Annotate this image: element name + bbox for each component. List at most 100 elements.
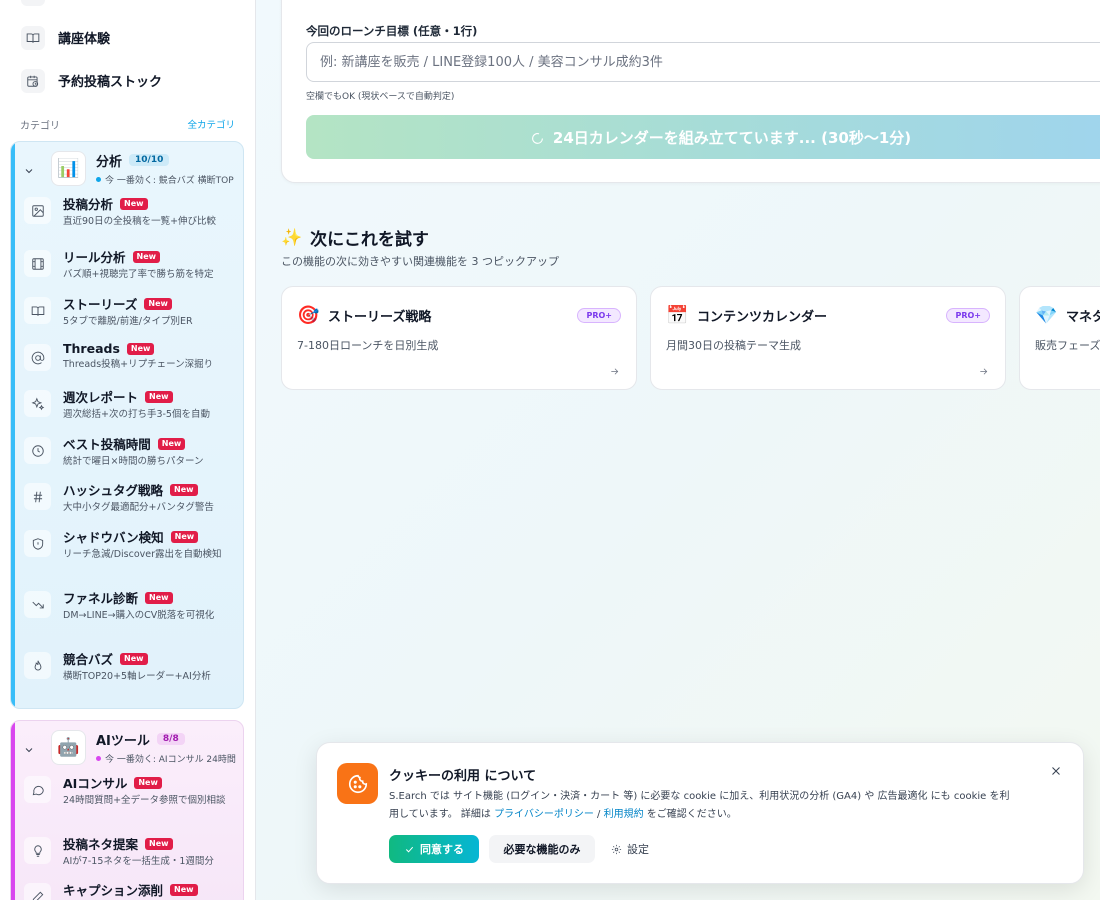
cookie-icon bbox=[337, 763, 378, 804]
item-title: 投稿分析 bbox=[63, 197, 114, 212]
new-badge: New bbox=[145, 837, 173, 850]
sidebar-item-funnel-diagnosis[interactable]: ファネル診断 New DM→LINE→購入のCV脱落を可視化 bbox=[11, 588, 243, 649]
cookie-title: クッキーの利用 について bbox=[389, 769, 537, 784]
sidebar-item-threads[interactable]: Threads New Threads投稿+リプチェーン深掘り bbox=[11, 341, 243, 387]
arrow-right-icon bbox=[609, 362, 620, 375]
message-circle-icon bbox=[24, 776, 51, 803]
card-title: ストーリーズ戦略 bbox=[328, 310, 432, 325]
item-description: 大中小タグ最適配分+バンタグ警告 bbox=[63, 502, 214, 513]
bar-chart-icon: 📊 bbox=[51, 150, 86, 186]
next-title-text: 次にこれを試す bbox=[310, 230, 429, 250]
edit-icon bbox=[24, 883, 51, 900]
flame-icon bbox=[24, 652, 51, 679]
item-title: 週次レポート bbox=[63, 390, 139, 405]
sidebar-item-caption-edit[interactable]: キャプション添削 New bbox=[11, 880, 243, 900]
link-separator: / bbox=[593, 809, 604, 820]
target-icon: 🎯 bbox=[297, 305, 320, 326]
chevron-down-icon[interactable] bbox=[23, 162, 35, 174]
group-header-ai-tools[interactable]: 🤖 AIツール 8/8 今 一番効く: AIコンサル 24時間 bbox=[11, 721, 243, 773]
card-title: コンテンツカレンダー bbox=[697, 310, 828, 325]
accept-label: 同意する bbox=[420, 844, 464, 856]
clock-icon bbox=[24, 437, 51, 464]
recommend-card-monetize[interactable]: 💎 マネタ 販売フェーズ bbox=[1019, 286, 1100, 390]
sidebar-item-shadowban-detection[interactable]: シャドウバン検知 New リーチ急減/Discover露出を自動検知 bbox=[11, 527, 243, 588]
book-open-icon bbox=[21, 25, 45, 50]
sidebar-item-post-ideas[interactable]: 投稿ネタ提案 New AIが7-15ネタを一括生成・1週間分 bbox=[11, 834, 243, 880]
category-group-ai-tools: 🤖 AIツール 8/8 今 一番効く: AIコンサル 24時間 AIコンサル Ne… bbox=[10, 720, 244, 900]
recommend-card-stories-strategy[interactable]: 🎯 ストーリーズ戦略 PRO+ 7-180日ローンチを日別生成 bbox=[281, 286, 637, 390]
sidebar-item-label: 講座体験 bbox=[58, 32, 111, 47]
generate-calendar-button[interactable]: 24日カレンダーを組み立てています... (30秒〜1分) bbox=[306, 115, 1100, 159]
sidebar-item-course-trial[interactable]: 講座体験 bbox=[0, 16, 255, 59]
item-title: Threads bbox=[63, 341, 120, 356]
launch-form-card: 今回のローンチ目標 (任意・1行) 空欄でもOK (現状ベースで自動判定) 24… bbox=[281, 0, 1100, 183]
sidebar-item-scheduled-stock[interactable]: 予約投稿ストック bbox=[0, 59, 255, 102]
image-icon bbox=[24, 197, 51, 224]
sparkles-icon: ✨ bbox=[281, 227, 303, 248]
item-title: キャプション添削 bbox=[63, 883, 164, 898]
group-header-analysis[interactable]: 📊 分析 10/10 今 一番効く: 競合バズ 横断TOP bbox=[11, 142, 243, 194]
sparkles-icon bbox=[24, 390, 51, 417]
pro-plus-badge: PRO+ bbox=[577, 308, 621, 323]
partial-nav-icon bbox=[21, 0, 45, 6]
sidebar-item-hashtag-strategy[interactable]: ハッシュタグ戦略 New 大中小タグ最適配分+バンタグ警告 bbox=[11, 480, 243, 527]
new-badge: New bbox=[170, 883, 198, 896]
sidebar-item-best-post-time[interactable]: ベスト投稿時間 New 統計で曜日×時間の勝ちパターン bbox=[11, 434, 243, 480]
card-description: 7-180日ローンチを日別生成 bbox=[297, 339, 439, 352]
new-badge: New bbox=[126, 342, 155, 355]
settings-label: 設定 bbox=[627, 843, 649, 856]
group-count-badge: 8/8 bbox=[156, 733, 185, 745]
item-title: ハッシュタグ戦略 bbox=[63, 483, 164, 498]
group-title: AIツール bbox=[96, 733, 150, 749]
check-icon bbox=[405, 846, 414, 853]
card-description: 月間30日の投稿テーマ生成 bbox=[666, 339, 801, 352]
item-description: DM→LINE→購入のCV脱落を可視化 bbox=[63, 610, 215, 621]
group-count-badge: 10/10 bbox=[129, 154, 170, 166]
item-description: 統計で曜日×時間の勝ちパターン bbox=[63, 456, 204, 467]
category-label: カテゴリ bbox=[20, 120, 60, 132]
sidebar-item-ai-consult[interactable]: AIコンサル New 24時間質問+全データ参照で個別相談 bbox=[11, 773, 243, 834]
item-title: ストーリーズ bbox=[63, 297, 138, 312]
group-subtitle: 今 一番効く: 競合バズ 横断TOP bbox=[105, 175, 234, 186]
cookie-consent-banner: クッキーの利用 について S.Earch では サイト機能 (ログイン・決済・カ… bbox=[316, 742, 1084, 884]
item-title: ベスト投稿時間 bbox=[63, 437, 151, 452]
launch-goal-input[interactable] bbox=[306, 42, 1100, 82]
new-badge: New bbox=[145, 390, 173, 403]
essential-only-button[interactable]: 必要な機能のみ bbox=[489, 835, 595, 863]
hash-icon bbox=[24, 483, 51, 510]
item-title: ファネル診断 bbox=[63, 591, 139, 606]
sidebar-item-label: 予約投稿ストック bbox=[58, 75, 163, 90]
recommend-card-content-calendar[interactable]: 📅 コンテンツカレンダー PRO+ 月間30日の投稿テーマ生成 bbox=[650, 286, 1006, 390]
sidebar-item-weekly-report[interactable]: 週次レポート New 週次総括+次の打ち手3-5個を自動 bbox=[11, 387, 243, 434]
next-section-subtitle: この機能の次に効きやすい関連機能を 3 つピックアップ bbox=[281, 255, 559, 268]
new-badge: New bbox=[170, 530, 199, 543]
item-description: 24時間質問+全データ参照で個別相談 bbox=[63, 795, 226, 806]
group-title: 分析 bbox=[96, 154, 123, 170]
pro-plus-badge: PRO+ bbox=[946, 308, 990, 323]
item-description: 横断TOP20+5軸レーダー+AI分析 bbox=[63, 671, 211, 682]
cookie-body: S.Earch では サイト機能 (ログイン・決済・カート 等) に必要な co… bbox=[389, 788, 1019, 824]
new-badge: New bbox=[145, 591, 173, 604]
accept-cookies-button[interactable]: 同意する bbox=[389, 835, 479, 863]
category-group-analysis: 📊 分析 10/10 今 一番効く: 競合バズ 横断TOP 投稿分析 New 直近… bbox=[10, 141, 244, 709]
chevron-down-icon[interactable] bbox=[23, 741, 35, 753]
sidebar-item-post-analysis[interactable]: 投稿分析 New 直近90日の全投稿を一覧+伸び比較 bbox=[11, 194, 243, 241]
item-description: バズ順+視聴完了率で勝ち筋を特定 bbox=[63, 269, 214, 280]
new-badge: New bbox=[157, 437, 186, 450]
sidebar-item-reel-analysis[interactable]: リール分析 New バズ順+視聴完了率で勝ち筋を特定 bbox=[11, 247, 243, 294]
cookie-settings-button[interactable]: 設定 bbox=[611, 835, 649, 863]
sidebar: 講座体験 予約投稿ストック カテゴリ 全カテゴリ 📊 分析 10/10 今 一番… bbox=[0, 0, 256, 900]
card-title: マネタ bbox=[1066, 310, 1100, 325]
close-icon[interactable] bbox=[1049, 763, 1063, 777]
sidebar-item-competitor-buzz[interactable]: 競合バズ New 横断TOP20+5軸レーダー+AI分析 bbox=[11, 649, 243, 694]
book-open-icon bbox=[24, 297, 51, 324]
status-dot bbox=[96, 755, 101, 761]
all-categories-link[interactable]: 全カテゴリ bbox=[187, 117, 235, 131]
terms-link[interactable]: 利用規約 bbox=[604, 809, 644, 820]
item-description: AIが7-15ネタを一括生成・1週間分 bbox=[63, 856, 214, 867]
privacy-policy-link[interactable]: プライバシーポリシー bbox=[494, 809, 594, 820]
trending-down-icon bbox=[24, 591, 51, 618]
item-description: リーチ急減/Discover露出を自動検知 bbox=[63, 549, 222, 560]
sidebar-item-stories[interactable]: ストーリーズ New 5タブで離脱/前進/タイプ別ER bbox=[11, 294, 243, 341]
calendar-icon: 📅 bbox=[666, 305, 689, 326]
